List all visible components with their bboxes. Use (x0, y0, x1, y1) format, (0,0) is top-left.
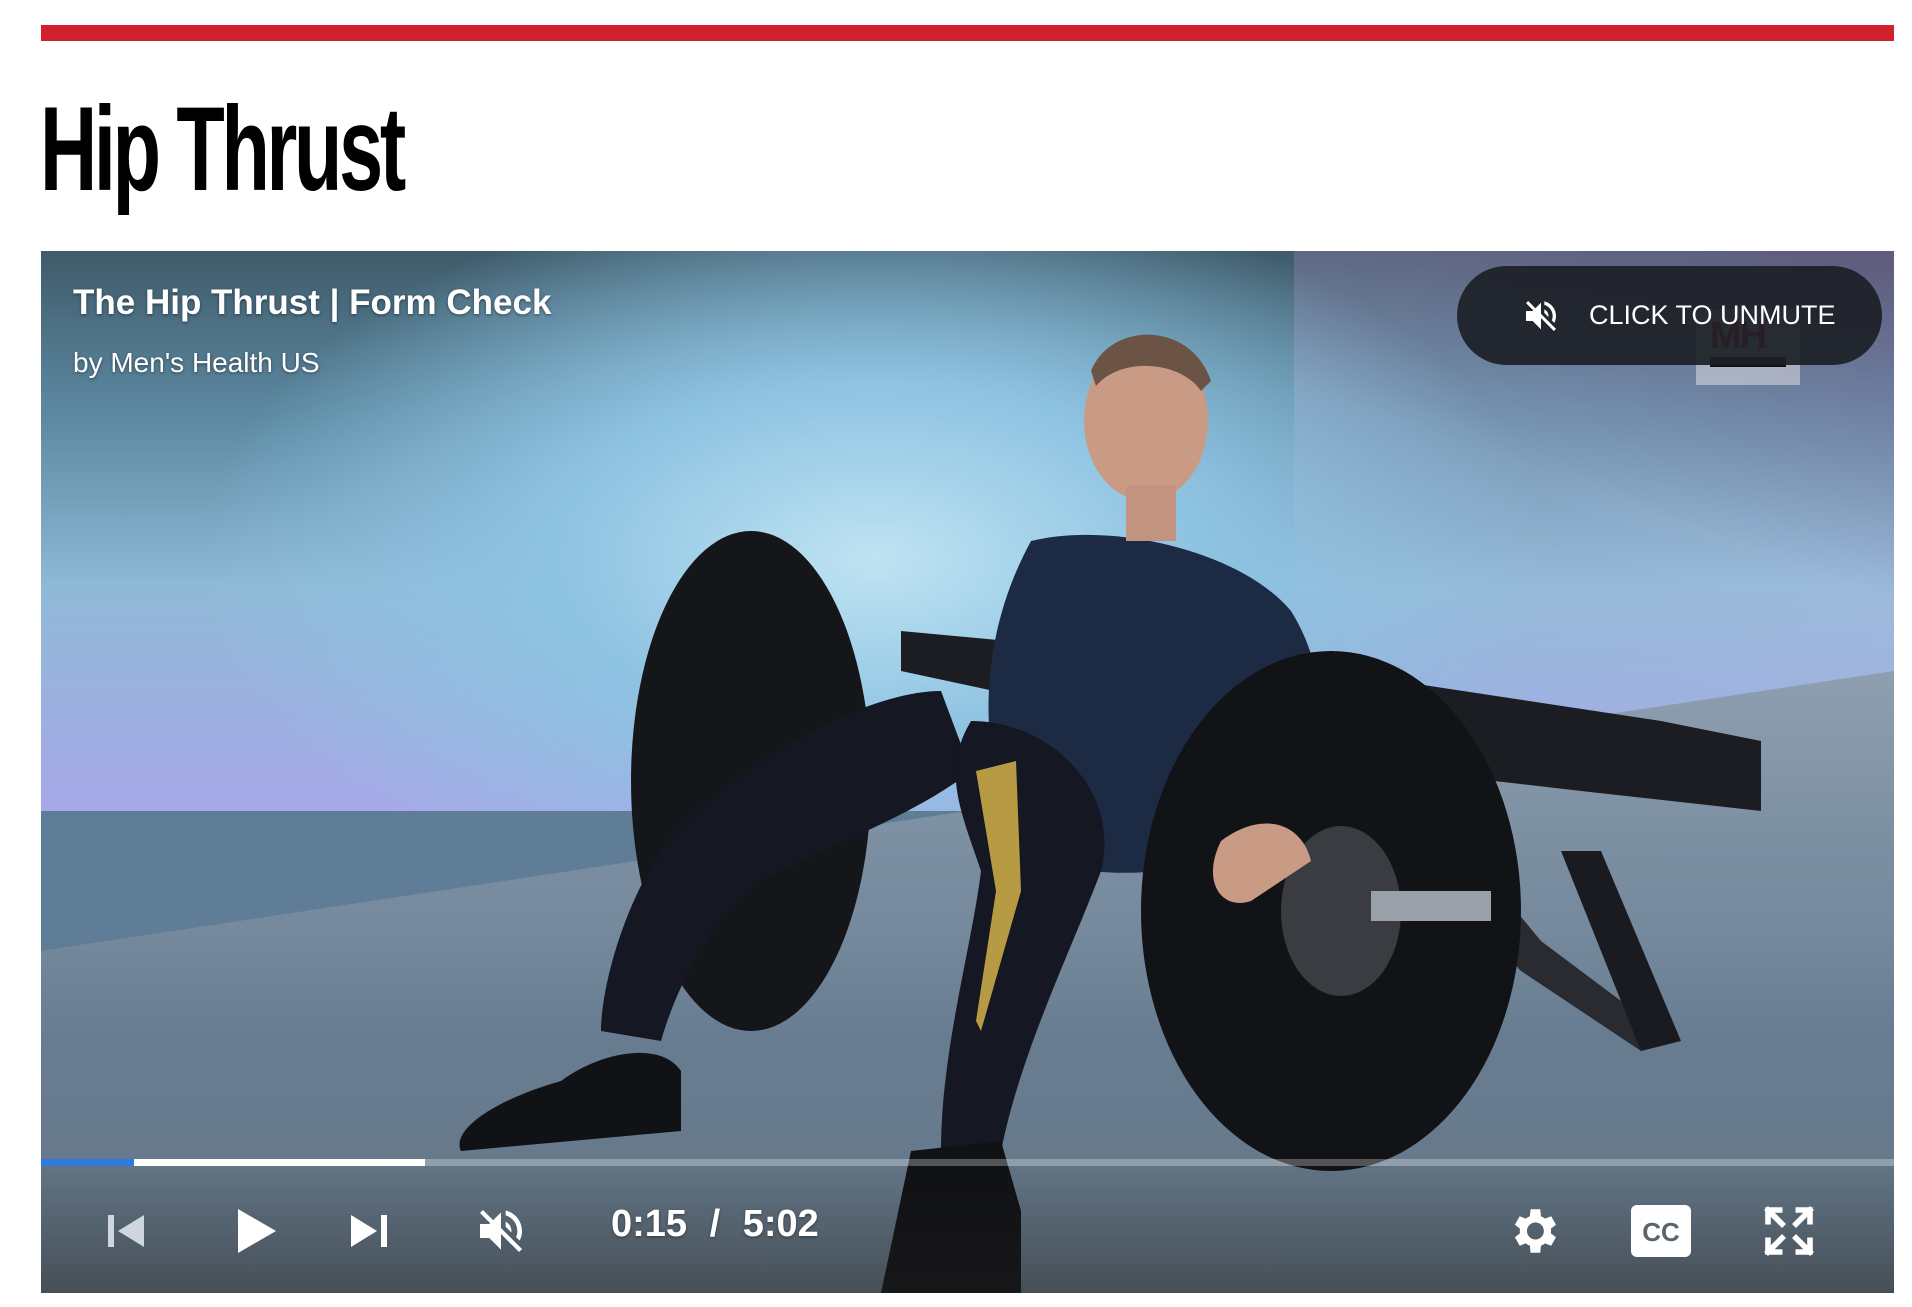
duration: 5:02 (742, 1203, 819, 1245)
time-separator: / (709, 1203, 721, 1245)
mute-toggle-button[interactable] (461, 1195, 541, 1267)
skip-next-icon (351, 1215, 387, 1247)
click-to-unmute-button[interactable]: CLICK TO UNMUTE (1457, 266, 1882, 365)
unmute-label: CLICK TO UNMUTE (1589, 300, 1836, 330)
video-title[interactable]: The Hip Thrust | Form Check (73, 283, 551, 323)
play-button[interactable] (216, 1195, 296, 1267)
time-display: 0:15 / 5:02 (611, 1203, 819, 1246)
captions-button[interactable]: CC (1621, 1195, 1701, 1267)
video-frame[interactable] (41, 251, 1894, 1293)
top-accent-rule (41, 25, 1894, 41)
page-title: Hip Thrust (40, 82, 406, 216)
fullscreen-icon (1764, 1206, 1814, 1256)
progress-buffered (133, 1159, 425, 1166)
controls-bar (41, 1166, 1894, 1293)
gear-icon (1514, 1209, 1556, 1253)
svg-text:CC: CC (1642, 1217, 1680, 1247)
muted-speaker-icon (480, 1210, 523, 1252)
play-icon (238, 1209, 276, 1253)
video-byline[interactable]: by Men's Health US (73, 347, 320, 379)
previous-button[interactable] (86, 1195, 166, 1267)
current-time: 0:15 (611, 1203, 688, 1245)
progress-played (41, 1159, 134, 1166)
video-player[interactable]: The Hip Thrust | Form Check by Men's Hea… (41, 251, 1894, 1293)
progress-bar[interactable] (41, 1159, 1894, 1166)
video-figure-illustration (459, 334, 1761, 1293)
cc-icon: CC (1631, 1205, 1691, 1257)
settings-button[interactable] (1493, 1195, 1573, 1267)
muted-speaker-icon (1526, 300, 1556, 331)
fullscreen-button[interactable] (1749, 1195, 1829, 1267)
skip-previous-icon (108, 1215, 144, 1247)
next-button[interactable] (329, 1195, 409, 1267)
